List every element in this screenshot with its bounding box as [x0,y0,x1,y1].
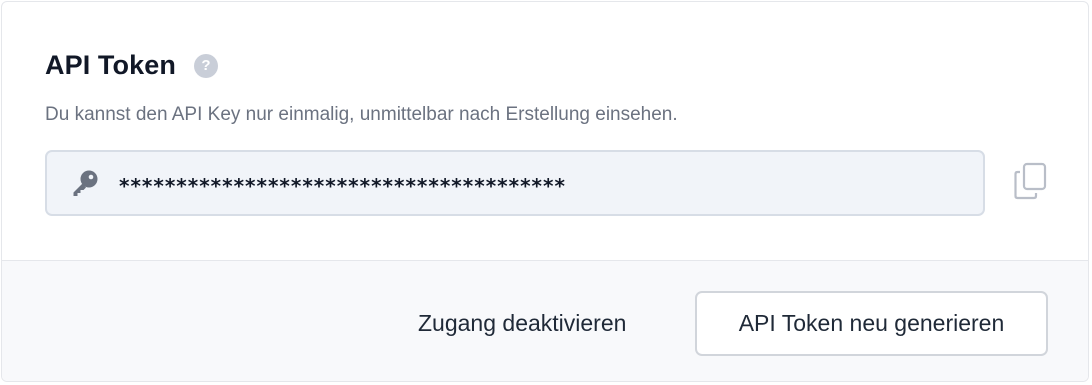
question-icon[interactable]: ? [193,53,218,78]
token-value: *************************************** [119,174,566,198]
key-icon [69,167,101,199]
copy-icon[interactable] [1013,162,1049,202]
card-header: API Token ? [45,50,218,81]
card-footer: Zugang deaktivieren API Token neu generi… [2,260,1088,381]
token-field[interactable]: *************************************** [45,150,985,216]
api-token-card: API Token ? Du kannst den API Key nur ei… [1,1,1089,382]
card-title: API Token [45,50,176,80]
token-description: Du kannst den API Key nur einmalig, unmi… [45,104,678,125]
regenerate-token-button[interactable]: API Token neu generieren [695,291,1048,356]
question-mark: ? [201,57,211,74]
deactivate-access-button[interactable]: Zugang deaktivieren [402,291,642,355]
